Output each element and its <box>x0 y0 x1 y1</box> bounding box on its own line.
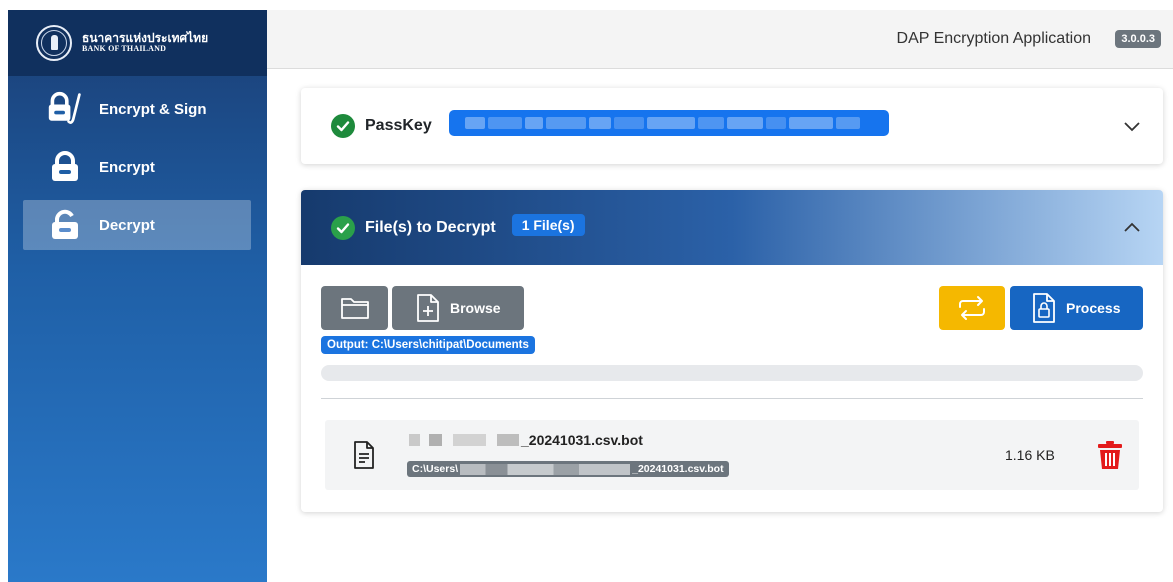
sidebar: ธนาคารแห่งประเทศไทย BANK OF THAILAND Enc… <box>8 10 267 582</box>
file-add-icon <box>417 294 439 322</box>
file-name-redacted <box>409 434 519 446</box>
bank-seal-logo <box>36 25 72 61</box>
file-list-item: _20241031.csv.bot C:\Users\ _20241031.cs… <box>325 420 1139 490</box>
output-path-badge: Output: C:\Users\chitipat\Documents <box>321 336 535 354</box>
version-badge: 3.0.0.3 <box>1115 30 1161 48</box>
progress-bar <box>321 365 1143 381</box>
sidebar-item-encrypt[interactable]: Encrypt <box>23 142 251 192</box>
brand-header: ธนาคารแห่งประเทศไทย BANK OF THAILAND <box>8 10 267 76</box>
swap-button[interactable] <box>939 286 1005 330</box>
passkey-value-redacted <box>449 110 889 136</box>
check-circle-icon <box>331 114 355 138</box>
file-name: _20241031.csv.bot <box>409 432 643 448</box>
files-panel-header[interactable]: File(s) to Decrypt 1 File(s) <box>301 190 1163 265</box>
open-output-folder-button[interactable] <box>321 286 388 330</box>
sidebar-item-label: Decrypt <box>99 216 155 234</box>
divider <box>321 398 1143 399</box>
document-icon <box>354 441 374 469</box>
lock-icon <box>47 149 83 185</box>
sidebar-item-label: Encrypt & Sign <box>99 100 207 118</box>
file-size: 1.16 KB <box>1005 447 1055 463</box>
files-panel-title: File(s) to Decrypt <box>365 219 496 236</box>
top-bar: DAP Encryption Application 3.0.0.3 <box>267 10 1173 69</box>
browse-button[interactable]: Browse <box>392 286 524 330</box>
sidebar-item-label: Encrypt <box>99 158 155 176</box>
files-panel: File(s) to Decrypt 1 File(s) Browse Proc… <box>301 190 1163 512</box>
file-count-badge: 1 File(s) <box>511 214 585 236</box>
browse-label: Browse <box>450 300 501 316</box>
chevron-down-icon[interactable] <box>1123 117 1141 135</box>
lock-sign-icon <box>47 91 83 127</box>
app-title: DAP Encryption Application <box>896 30 1091 47</box>
passkey-panel[interactable]: PassKey <box>301 88 1163 164</box>
trash-icon[interactable] <box>1097 440 1123 470</box>
folder-icon <box>340 298 369 319</box>
sidebar-nav: Encrypt & Sign Encrypt Decrypt <box>8 76 267 250</box>
sidebar-item-encrypt-sign[interactable]: Encrypt & Sign <box>23 84 251 134</box>
chevron-up-icon[interactable] <box>1123 219 1141 237</box>
file-path-suffix: _20241031.csv.bot <box>632 463 724 475</box>
file-path-badge: C:\Users\ _20241031.csv.bot <box>407 461 729 477</box>
file-path-prefix: C:\Users\ <box>412 463 459 475</box>
check-circle-icon <box>331 216 355 240</box>
file-name-suffix: _20241031.csv.bot <box>521 432 643 448</box>
unlock-icon <box>47 207 83 243</box>
repeat-arrows-icon <box>959 296 985 320</box>
process-button[interactable]: Process <box>1010 286 1143 330</box>
passkey-label: PassKey <box>365 117 432 134</box>
file-lock-icon <box>1033 293 1055 323</box>
brand-name-english: BANK OF THAILAND <box>82 44 167 54</box>
process-label: Process <box>1066 300 1121 316</box>
sidebar-item-decrypt[interactable]: Decrypt <box>23 200 251 250</box>
file-path-redacted <box>460 463 631 475</box>
